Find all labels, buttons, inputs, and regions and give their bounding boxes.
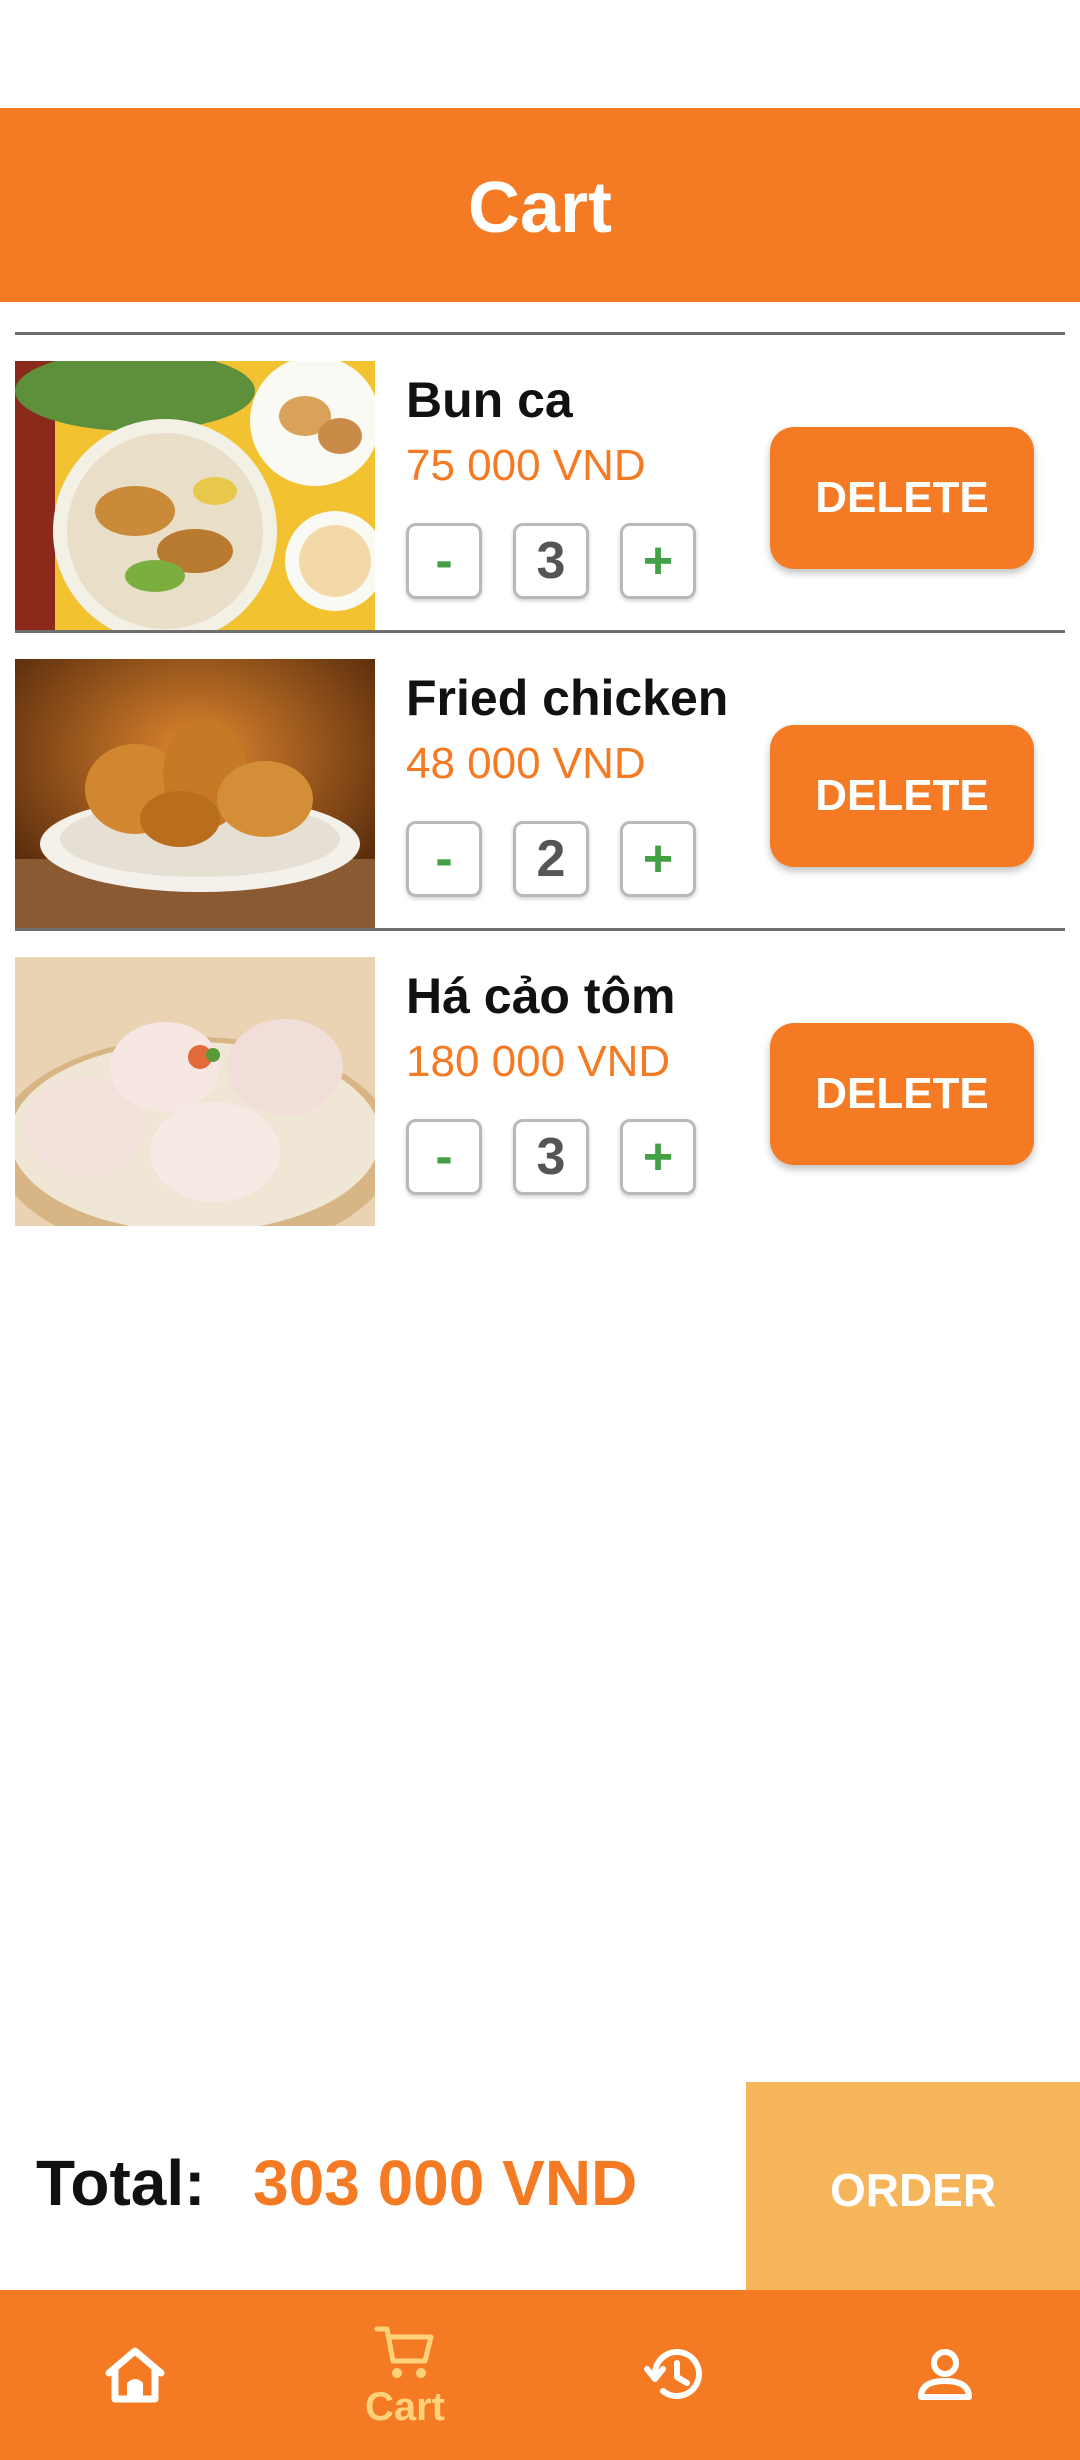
decrease-quantity-button[interactable]: - — [406, 1119, 482, 1195]
cart-item: Fried chicken 48 000 VND - 2 + DELETE — [15, 633, 1065, 928]
item-photo-fried-chicken — [15, 659, 375, 928]
increase-quantity-button[interactable]: + — [620, 523, 696, 599]
order-button[interactable]: ORDER — [746, 2082, 1080, 2290]
home-icon — [105, 2347, 165, 2403]
cart-icon — [374, 2326, 434, 2378]
cart-item: Há cảo tôm 180 000 VND - 3 + DELETE — [15, 931, 1065, 1226]
nav-item-home[interactable] — [0, 2290, 270, 2460]
quantity-value: 3 — [513, 523, 589, 599]
profile-icon — [918, 2349, 972, 2400]
decrease-quantity-button[interactable]: - — [406, 523, 482, 599]
nav-item-profile[interactable] — [810, 2290, 1080, 2460]
item-name: Bun ca — [406, 372, 573, 428]
delete-item-button[interactable]: DELETE — [770, 1023, 1034, 1165]
quantity-value: 3 — [513, 1119, 589, 1195]
item-photo-bun-ca — [15, 361, 375, 630]
cart-item: Bun ca 75 000 VND - 3 + DELETE — [15, 335, 1065, 630]
item-photo-ha-cao-tom — [15, 957, 375, 1226]
decrease-quantity-button[interactable]: - — [406, 821, 482, 897]
page-title: Cart — [467, 168, 613, 248]
item-price: 75 000 VND — [406, 441, 646, 490]
delete-item-button[interactable]: DELETE — [770, 725, 1034, 867]
item-name: Fried chicken — [406, 670, 729, 726]
cart-list: Bun ca 75 000 VND - 3 + DELETE Fried chi… — [15, 332, 1065, 1226]
increase-quantity-button[interactable]: + — [620, 821, 696, 897]
order-summary-bar: Total: 303 000 VND ORDER — [0, 2082, 1080, 2290]
nav-item-history[interactable] — [540, 2290, 810, 2460]
status-bar — [0, 0, 1080, 108]
delete-item-button[interactable]: DELETE — [770, 427, 1034, 569]
total-label: Total: — [36, 2147, 206, 2219]
increase-quantity-button[interactable]: + — [620, 1119, 696, 1195]
app-header: Cart — [0, 108, 1080, 302]
bottom-navigation: Cart — [0, 2290, 1080, 2460]
nav-label-cart: Cart — [364, 2384, 446, 2429]
item-price: 48 000 VND — [406, 739, 646, 788]
item-name: Há cảo tôm — [406, 968, 676, 1024]
item-price: 180 000 VND — [406, 1037, 671, 1086]
history-icon — [644, 2349, 702, 2400]
nav-item-cart[interactable]: Cart — [270, 2290, 540, 2460]
quantity-value: 2 — [513, 821, 589, 897]
total-value: 303 000 VND — [253, 2147, 638, 2219]
